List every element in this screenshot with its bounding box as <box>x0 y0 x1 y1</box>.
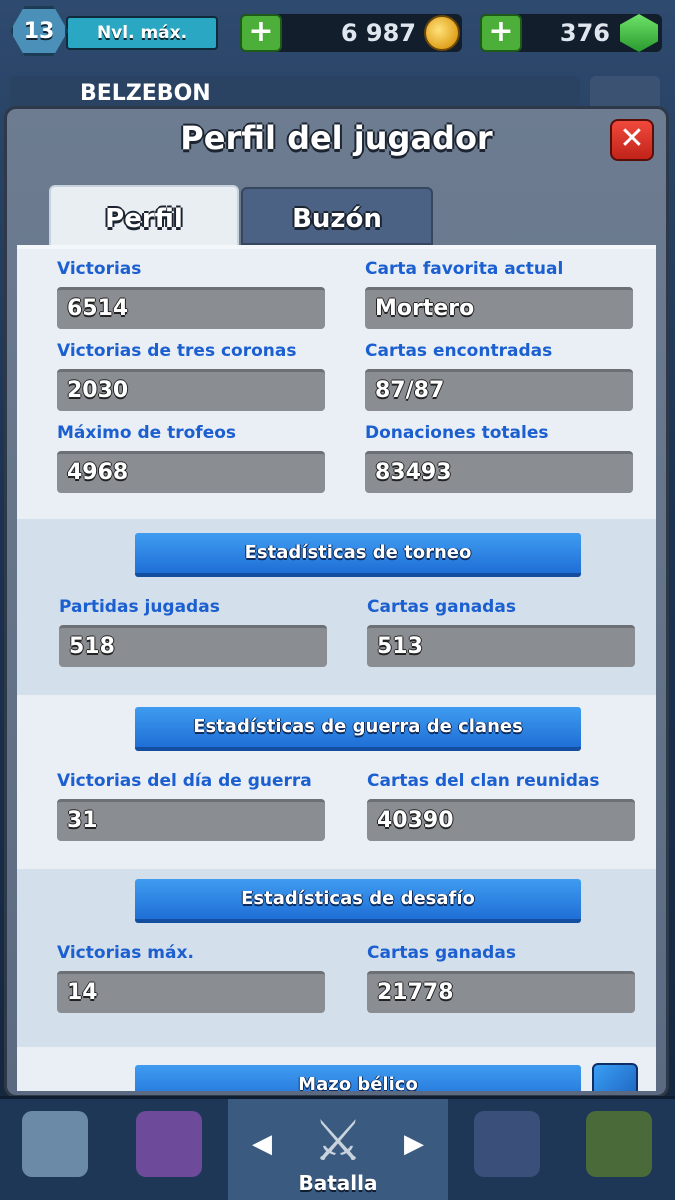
stat-max-trophies: Máximo de trofeos 4968 <box>57 421 325 493</box>
level-badge[interactable]: 13 <box>10 6 68 56</box>
clan-shield-icon <box>474 1111 540 1177</box>
nav-clan[interactable] <box>452 1099 562 1200</box>
stat-value: 518 <box>59 625 327 667</box>
stat-value: 87/87 <box>365 369 633 411</box>
nav-shop[interactable] <box>0 1099 110 1200</box>
gem-amount: 376 <box>559 19 610 47</box>
war-deck-edit-icon[interactable] <box>592 1063 638 1091</box>
stat-value: 21778 <box>367 971 635 1013</box>
stat-value: 513 <box>367 625 635 667</box>
profile-content[interactable]: Victorias 6514 Carta favorita actual Mor… <box>17 245 656 1091</box>
stat-label: Máximo de trofeos <box>57 423 237 443</box>
war-deck-banner: Mazo bélico <box>135 1065 581 1091</box>
stat-value: 40390 <box>367 799 635 841</box>
stat-three-crown-wins: Victorias de tres coronas 2030 <box>57 339 325 411</box>
stat-war-day-wins: Victorias del día de guerra 31 <box>57 769 325 841</box>
stat-cards-found: Cartas encontradas 87/87 <box>365 339 633 411</box>
battle-label: Batalla <box>298 1171 378 1195</box>
level-number: 13 <box>23 18 55 44</box>
modal-title: Perfil del jugador <box>180 119 493 157</box>
laurel-sword-icon <box>586 1111 652 1177</box>
stat-label: Victorias de tres coronas <box>57 341 297 361</box>
bottom-nav: ◀ ⚔ ▶ Batalla <box>0 1096 675 1200</box>
tournament-stats-section: Estadísticas de torneo Partidas jugadas … <box>17 519 656 695</box>
nav-tournaments[interactable] <box>564 1099 674 1200</box>
challenge-stats-section: Estadísticas de desafío Victorias máx. 1… <box>17 869 656 1047</box>
stat-value: 31 <box>57 799 325 841</box>
stat-label: Carta favorita actual <box>365 259 564 279</box>
tournament-stats-banner: Estadísticas de torneo <box>135 533 581 577</box>
stat-value: 4968 <box>57 451 325 493</box>
player-name: BELZEBON <box>80 81 211 106</box>
clan-war-stats-banner: Estadísticas de guerra de clanes <box>135 707 581 751</box>
stat-label: Partidas jugadas <box>59 597 220 617</box>
gold-amount: 6 987 <box>340 19 416 47</box>
stat-wins: Victorias 6514 <box>57 257 325 329</box>
settings-button[interactable] <box>590 76 660 110</box>
plus-icon: + <box>248 14 274 49</box>
stat-value: 6514 <box>57 287 325 329</box>
stat-value: 83493 <box>365 451 633 493</box>
crossed-swords-icon: ⚔ <box>312 1109 364 1174</box>
general-stats-section: Victorias 6514 Carta favorita actual Mor… <box>17 249 656 519</box>
stat-label: Donaciones totales <box>365 423 549 443</box>
stat-clan-cards-collected: Cartas del clan reunidas 40390 <box>367 769 635 841</box>
close-button[interactable]: ✕ <box>610 119 654 161</box>
tab-profile[interactable]: Perfil <box>49 185 239 247</box>
plus-icon: + <box>488 14 514 49</box>
stat-tournament-games: Partidas jugadas 518 <box>59 595 327 667</box>
player-name-bar: BELZEBON <box>10 76 580 110</box>
profile-tabs: Perfil Buzón <box>49 185 449 247</box>
gold-counter: + 6 987 <box>240 14 462 52</box>
tab-inbox[interactable]: Buzón <box>241 187 433 245</box>
close-icon: ✕ <box>619 121 645 156</box>
stat-label: Victorias máx. <box>57 943 194 963</box>
stat-label: Victorias <box>57 259 142 279</box>
player-profile-modal: Perfil del jugador ✕ Perfil Buzón Victor… <box>4 106 669 1098</box>
stat-value: 2030 <box>57 369 325 411</box>
stat-value: Mortero <box>365 287 633 329</box>
stat-label: Victorias del día de guerra <box>57 771 312 791</box>
gem-icon <box>620 14 658 52</box>
challenge-stats-banner: Estadísticas de desafío <box>135 879 581 923</box>
stat-label: Cartas del clan reunidas <box>367 771 600 791</box>
buy-gems-button[interactable]: + <box>480 14 522 52</box>
stat-value: 14 <box>57 971 325 1013</box>
stat-label: Cartas ganadas <box>367 943 516 963</box>
top-hud: Nvl. máx. 13 + 6 987 + 376 BELZEBON <box>0 0 675 110</box>
arrow-left-icon[interactable]: ◀ <box>252 1129 272 1159</box>
chest-icon <box>22 1111 88 1177</box>
nav-cards[interactable] <box>114 1099 224 1200</box>
arrow-right-icon[interactable]: ▶ <box>404 1129 424 1159</box>
war-deck-section: Mazo bélico <box>17 1047 656 1091</box>
stat-label: Cartas encontradas <box>365 341 553 361</box>
stat-tournament-cards-won: Cartas ganadas 513 <box>367 595 635 667</box>
gem-counter: + 376 <box>480 14 662 52</box>
stat-label: Cartas ganadas <box>367 597 516 617</box>
stat-challenge-max-wins: Victorias máx. 14 <box>57 941 325 1013</box>
cards-icon <box>136 1111 202 1177</box>
level-status-label: Nvl. máx. <box>96 23 188 43</box>
stat-total-donations: Donaciones totales 83493 <box>365 421 633 493</box>
clan-war-stats-section: Estadísticas de guerra de clanes Victori… <box>17 695 656 869</box>
gold-coin-icon <box>424 15 460 51</box>
nav-battle[interactable]: ◀ ⚔ ▶ Batalla <box>228 1099 448 1200</box>
level-status-bar: Nvl. máx. <box>66 16 218 50</box>
stat-favorite-card: Carta favorita actual Mortero <box>365 257 633 329</box>
buy-gold-button[interactable]: + <box>240 14 282 52</box>
stat-challenge-cards-won: Cartas ganadas 21778 <box>367 941 635 1013</box>
